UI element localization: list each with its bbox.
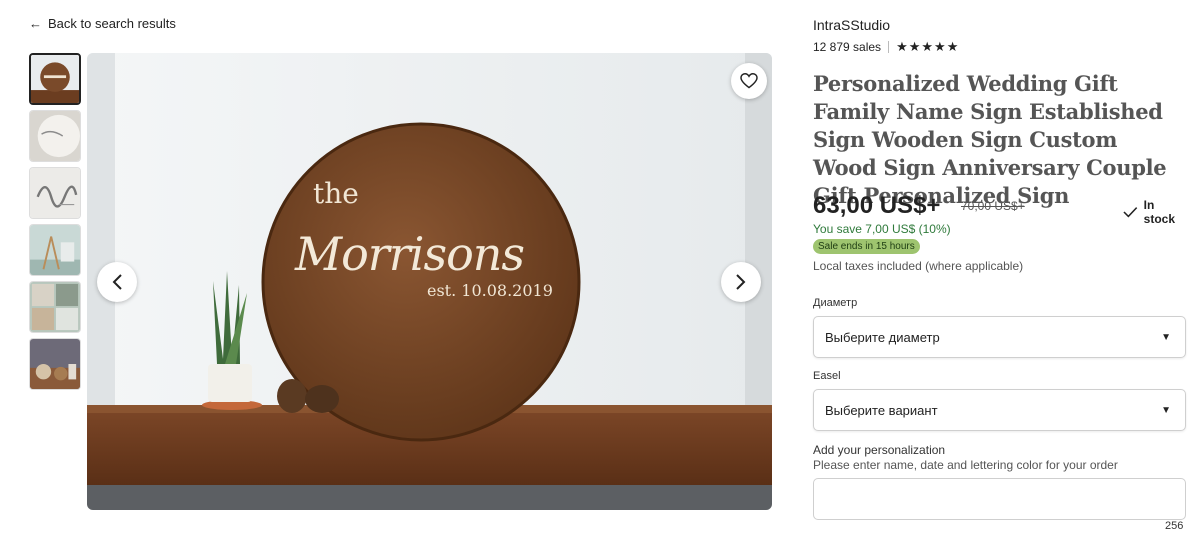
shop-name-link[interactable]: IntraSStudio <box>813 17 890 33</box>
thumbnail-1[interactable] <box>29 53 81 105</box>
personalization-textarea[interactable] <box>813 478 1186 520</box>
chevron-right-icon <box>736 274 746 290</box>
caret-down-icon: ▼ <box>1161 332 1171 343</box>
easel-label: Easel <box>813 370 841 382</box>
thumb-round-sign-image <box>31 55 79 103</box>
previous-image-button[interactable] <box>97 262 137 302</box>
product-info-panel: IntraSStudio 12 879 sales ★ ★ ★ ★ ★ Pers… <box>813 0 1188 537</box>
diameter-select-value: Выберите диаметр <box>825 329 940 345</box>
star-icon: ★ <box>946 39 959 54</box>
thumbnail-strip <box>29 53 82 395</box>
product-title: Personalized Wedding Gift Family Name Si… <box>813 71 1167 208</box>
back-link-label: Back to search results <box>48 16 176 31</box>
thumb-shop-collage-image <box>30 282 80 332</box>
arrow-left-icon: ← <box>29 16 42 31</box>
sales-count: 12 879 sales <box>813 40 882 54</box>
diameter-select[interactable]: Выберите диаметр ▼ <box>813 316 1186 358</box>
thumb-easel-display-image <box>30 225 80 275</box>
character-counter: 256 <box>1165 520 1184 532</box>
thumb-white-sign-image <box>30 111 80 161</box>
thumbnail-3[interactable] <box>29 167 81 219</box>
savings-text: You save 7,00 US$ (10%) <box>813 222 951 236</box>
caret-down-icon: ▼ <box>1161 405 1171 416</box>
star-icon: ★ <box>896 39 908 54</box>
stock-status: In stock <box>1123 198 1188 226</box>
chevron-left-icon <box>112 274 122 290</box>
heart-icon <box>740 73 758 89</box>
thumbnail-6[interactable] <box>29 338 81 390</box>
star-icon: ★ <box>934 39 946 54</box>
thumb-script-letters-image <box>30 168 80 218</box>
next-image-button[interactable] <box>721 262 761 302</box>
taxes-note: Local taxes included (where applicable) <box>813 259 1024 273</box>
personalization-hint: Please enter name, date and lettering co… <box>813 458 1118 472</box>
star-icon: ★ <box>908 39 921 54</box>
diameter-label: Диаметр <box>813 297 858 309</box>
stock-label: In stock <box>1143 198 1176 226</box>
original-price: 70,00 US$+ <box>961 199 1025 213</box>
easel-select-value: Выберите вариант <box>825 402 938 418</box>
product-main-image[interactable] <box>87 53 772 510</box>
star-icon: ★ <box>921 39 934 54</box>
easel-select[interactable]: Выберите вариант ▼ <box>813 389 1186 431</box>
favorite-button[interactable] <box>731 63 767 99</box>
sale-badge: Sale ends in 15 hours <box>813 239 920 254</box>
hero-photo <box>87 53 772 510</box>
thumb-shelf-signs-image <box>30 339 80 389</box>
rating-stars[interactable]: ★ ★ ★ ★ ★ <box>896 39 958 55</box>
back-to-search-link[interactable]: ← Back to search results <box>29 16 176 31</box>
thumbnail-5[interactable] <box>29 281 81 333</box>
shop-sales-row: 12 879 sales ★ ★ ★ ★ ★ <box>813 39 958 55</box>
personalization-label: Add your personalization <box>813 443 946 457</box>
checkmark-icon <box>1123 207 1138 218</box>
product-price: 63,00 US$+ <box>813 192 941 219</box>
thumbnail-2[interactable] <box>29 110 81 162</box>
divider <box>888 41 890 53</box>
thumbnail-4[interactable] <box>29 224 81 276</box>
